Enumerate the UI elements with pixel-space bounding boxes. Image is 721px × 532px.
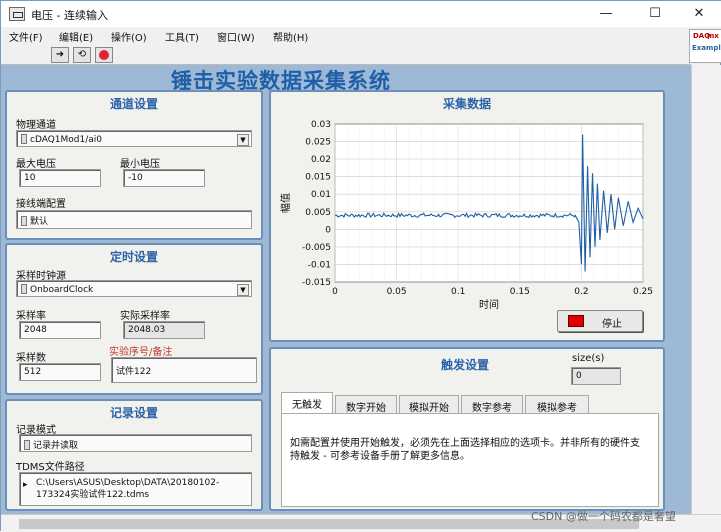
app-icon (9, 7, 25, 21)
x-tick-label: 0.2 (574, 287, 588, 297)
max-voltage-label: 最大电压 (16, 159, 56, 170)
stop-button-label: 停止 (602, 319, 622, 330)
channel-settings-panel: 通道设置 物理通道 cDAQ1Mod1/ai0 ▼ 最大电压 10 最小电压 -… (5, 90, 263, 240)
sample-rate-input[interactable]: 2048 (19, 321, 101, 339)
y-tick-label: -0.01 (308, 260, 331, 270)
terminal-config-value: 默认 (30, 217, 49, 227)
run-continuous-icon[interactable]: ⟲ (73, 47, 91, 63)
trigger-tab-page: 如需配置并使用开始触发，必须先在上面选择相应的选项卡。并非所有的硬件支持触发 -… (281, 413, 659, 507)
actual-sample-rate-label: 实际采样率 (120, 311, 170, 322)
timing-settings-title: 定时设置 (109, 250, 158, 264)
x-tick-label: 0.25 (633, 287, 653, 297)
clock-icon (21, 284, 27, 294)
tab-no-trigger[interactable]: 无触发 (281, 392, 333, 413)
logging-mode-icon (24, 440, 30, 450)
y-tick-label: 0.03 (311, 120, 331, 130)
acquisition-chart: 0 0.05 0.1 0.15 0.2 0.25 0.03 0.025 0.02 0.015 0.0… (279, 120, 653, 311)
timing-settings-panel: 定时设置 采样时钟源 OnboardClock ▼ 采样率 2048 实际采样率… (5, 243, 263, 395)
stop-indicator-icon (568, 315, 584, 327)
x-tick-label: 0 (332, 287, 338, 297)
samples-label: 采样数 (16, 353, 46, 364)
x-tick-label: 0.1 (451, 287, 465, 297)
menu-edit[interactable]: 编辑(E) (59, 29, 93, 44)
tdms-path-input[interactable]: ▸ C:\Users\ASUS\Desktop\DATA\20180102- 1… (19, 472, 252, 506)
acquire-data-panel: 采集数据 0 0.05 0.1 0.15 0.2 0.25 0.03 0.025 0.02 0.0… (269, 90, 665, 342)
channel-icon (21, 134, 27, 144)
menu-help[interactable]: 帮助(H) (273, 29, 308, 44)
app-window: 电压 - 连续输入 — ☐ ✕ 文件(F) 编辑(E) 操作(O) 工具(T) … (0, 0, 721, 532)
y-tick-label: 0.005 (305, 208, 331, 218)
size-label: size(s) (572, 353, 605, 364)
x-axis-label: 时间 (479, 298, 499, 311)
min-voltage-input[interactable]: -10 (123, 169, 205, 187)
run-icon[interactable]: ➜ (51, 47, 69, 63)
maximize-button[interactable]: ☐ (635, 4, 675, 24)
tdms-path-line2: 173324实验试件122.tdms (36, 490, 150, 500)
close-button[interactable]: ✕ (679, 4, 719, 24)
note-input[interactable]: 试件122 (111, 357, 257, 383)
sample-rate-label: 采样率 (16, 311, 46, 322)
vertical-scrollbar[interactable] (691, 65, 721, 514)
note-label: 实验序号/备注 (109, 347, 173, 358)
tab-digital-start[interactable]: 数字开始 (335, 395, 397, 414)
x-tick-label: 0.15 (510, 287, 530, 297)
terminal-icon (21, 216, 27, 226)
minimize-button[interactable]: — (586, 4, 626, 24)
samples-input[interactable]: 512 (19, 363, 101, 381)
tab-digital-reference[interactable]: 数字参考 (461, 395, 523, 414)
tdms-path-label: TDMS文件路径 (16, 462, 85, 473)
y-axis-label: 幅值 (279, 193, 292, 213)
logging-settings-title: 记录设置 (109, 406, 158, 420)
menu-file[interactable]: 文件(F) (9, 29, 43, 44)
y-tick-label: 0 (325, 225, 331, 235)
tab-analog-start[interactable]: 模拟开始 (399, 395, 459, 414)
y-tick-label: -0.005 (302, 243, 331, 253)
y-tick-label: 0.02 (311, 155, 331, 165)
menu-operate[interactable]: 操作(O) (111, 29, 147, 44)
size-value: 0 (571, 367, 621, 385)
menu-window[interactable]: 窗口(W) (217, 29, 255, 44)
stop-button[interactable]: 停止 (557, 310, 643, 332)
menu-bar: 文件(F) 编辑(E) 操作(O) 工具(T) 窗口(W) 帮助(H) (1, 27, 721, 45)
window-title: 电压 - 连续输入 (31, 9, 108, 22)
watermark: CSDN @做一个码农都是奢望 (531, 510, 676, 523)
actual-sample-rate-value: 2048.03 (123, 321, 205, 339)
logging-settings-panel: 记录设置 记录模式 记录并读取 TDMS文件路径 ▸ C:\Users\ASUS… (5, 399, 263, 511)
menu-tools[interactable]: 工具(T) (165, 29, 199, 44)
toolbar: ➜ ⟲ (1, 45, 691, 65)
logging-mode-select[interactable]: 记录并读取 (19, 434, 252, 452)
x-tick-label: 0.05 (387, 287, 407, 297)
y-tick-label: 0.015 (305, 173, 331, 183)
trigger-info-text: 如需配置并使用开始触发，必须先在上面选择相应的选项卡。并非所有的硬件支持触发 -… (290, 438, 640, 462)
y-tick-label: 0.01 (311, 190, 331, 200)
y-tick-label: -0.015 (302, 278, 331, 288)
abort-icon[interactable] (95, 47, 113, 63)
min-voltage-label: 最小电压 (120, 159, 160, 170)
dropdown-arrow-icon[interactable]: ▼ (237, 284, 249, 296)
front-panel: 锤击实验数据采集系统 通道设置 物理通道 cDAQ1Mod1/ai0 ▼ 最大电… (1, 65, 691, 514)
terminal-config-label: 接线端配置 (16, 199, 66, 210)
trigger-settings-title: 触发设置 (441, 358, 490, 372)
sample-clock-select[interactable]: OnboardClock ▼ (16, 280, 252, 297)
channel-settings-title: 通道设置 (109, 97, 158, 111)
acquire-data-title: 采集数据 (442, 97, 491, 111)
physical-channel-value: cDAQ1Mod1/ai0 (30, 135, 103, 145)
max-voltage-input[interactable]: 10 (19, 169, 101, 187)
terminal-config-select[interactable]: 默认 (16, 210, 252, 229)
y-tick-label: 0.025 (305, 138, 331, 148)
physical-channel-select[interactable]: cDAQ1Mod1/ai0 ▼ (16, 130, 252, 147)
sample-clock-value: OnboardClock (30, 285, 94, 295)
trigger-settings-panel: 触发设置 size(s) 0 无触发 数字开始 模拟开始 数字参考 模拟参考 如… (269, 347, 665, 511)
dropdown-arrow-icon[interactable]: ▼ (237, 134, 249, 146)
folder-icon[interactable]: ▸ (23, 479, 28, 491)
tab-analog-reference[interactable]: 模拟参考 (525, 395, 589, 414)
tdms-path-line1: C:\Users\ASUS\Desktop\DATA\20180102- (36, 478, 220, 488)
title-bar: 电压 - 连续输入 — ☐ ✕ (1, 1, 721, 27)
daqmx-logo: DAQ mx Example (689, 29, 721, 63)
logging-mode-value: 记录并读取 (33, 441, 79, 451)
physical-channel-label: 物理通道 (16, 120, 56, 131)
